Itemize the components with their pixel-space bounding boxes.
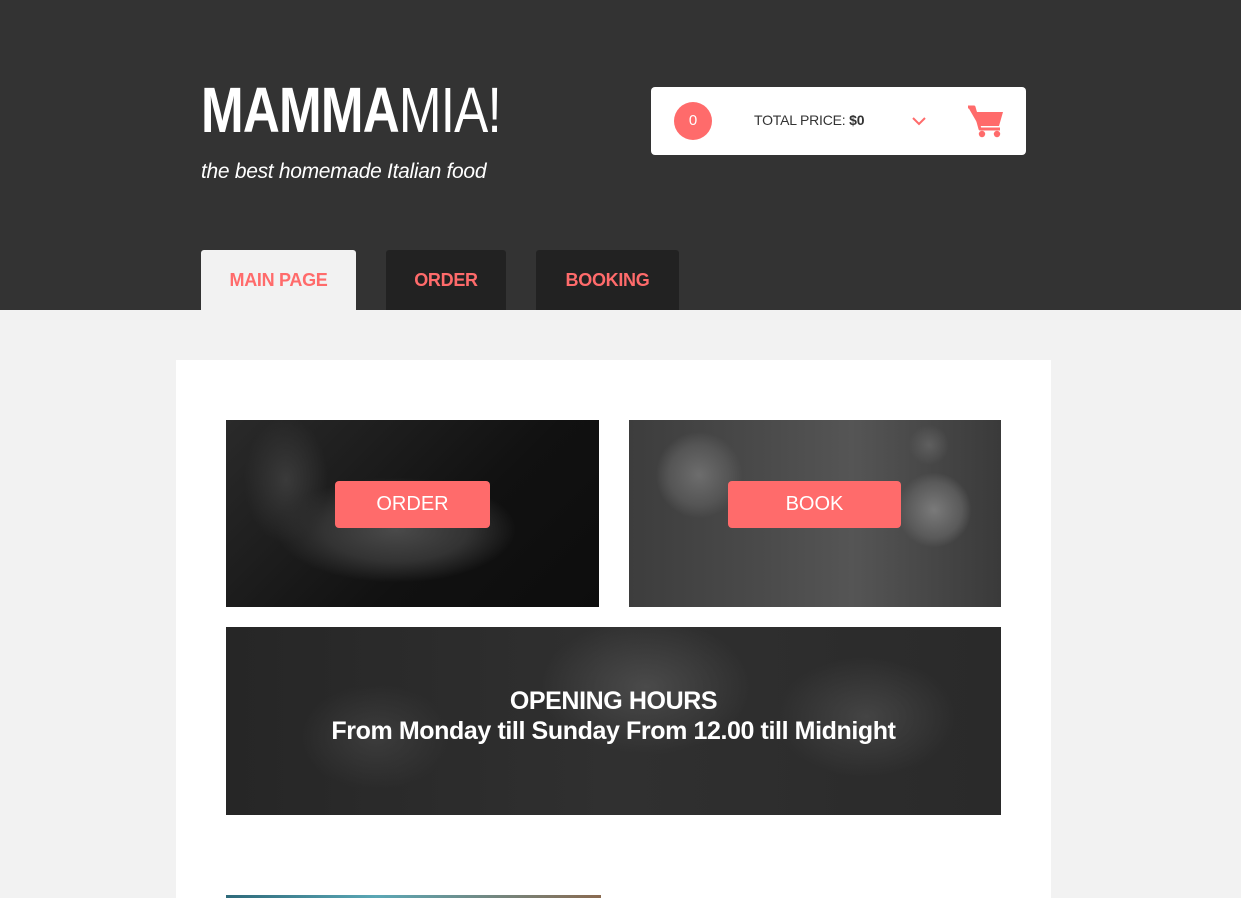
- site-tagline: the best homemade Italian food: [201, 160, 487, 183]
- logo-light-text: MIA!: [398, 74, 502, 146]
- order-tile: ORDER: [226, 420, 599, 607]
- cart-total: TOTAL PRICE: $0: [754, 112, 865, 128]
- cart-total-label: TOTAL PRICE:: [754, 112, 850, 128]
- book-tile: BOOK: [629, 420, 1001, 607]
- shopping-cart-icon[interactable]: [967, 104, 1005, 138]
- book-button[interactable]: BOOK: [728, 481, 901, 528]
- opening-hours-banner: OPENING HOURS From Monday till Sunday Fr…: [226, 627, 1001, 815]
- logo-bold-text: MAMMA: [201, 74, 400, 146]
- tab-order[interactable]: ORDER: [386, 250, 506, 310]
- site-header: MAMMAMIA! the best homemade Italian food…: [0, 0, 1241, 310]
- chevron-down-icon[interactable]: [910, 114, 928, 128]
- tab-booking[interactable]: BOOKING: [536, 250, 679, 310]
- cart-widget[interactable]: 0 TOTAL PRICE: $0: [651, 87, 1026, 155]
- opening-hours-title: OPENING HOURS: [509, 687, 718, 715]
- cart-count-badge: 0: [674, 102, 712, 140]
- order-button[interactable]: ORDER: [335, 481, 490, 528]
- site-logo[interactable]: MAMMAMIA!: [201, 78, 502, 142]
- cart-total-amount: $0: [849, 112, 865, 128]
- tab-main-page[interactable]: MAIN PAGE: [201, 250, 356, 310]
- opening-hours-text: From Monday till Sunday From 12.00 till …: [331, 717, 896, 745]
